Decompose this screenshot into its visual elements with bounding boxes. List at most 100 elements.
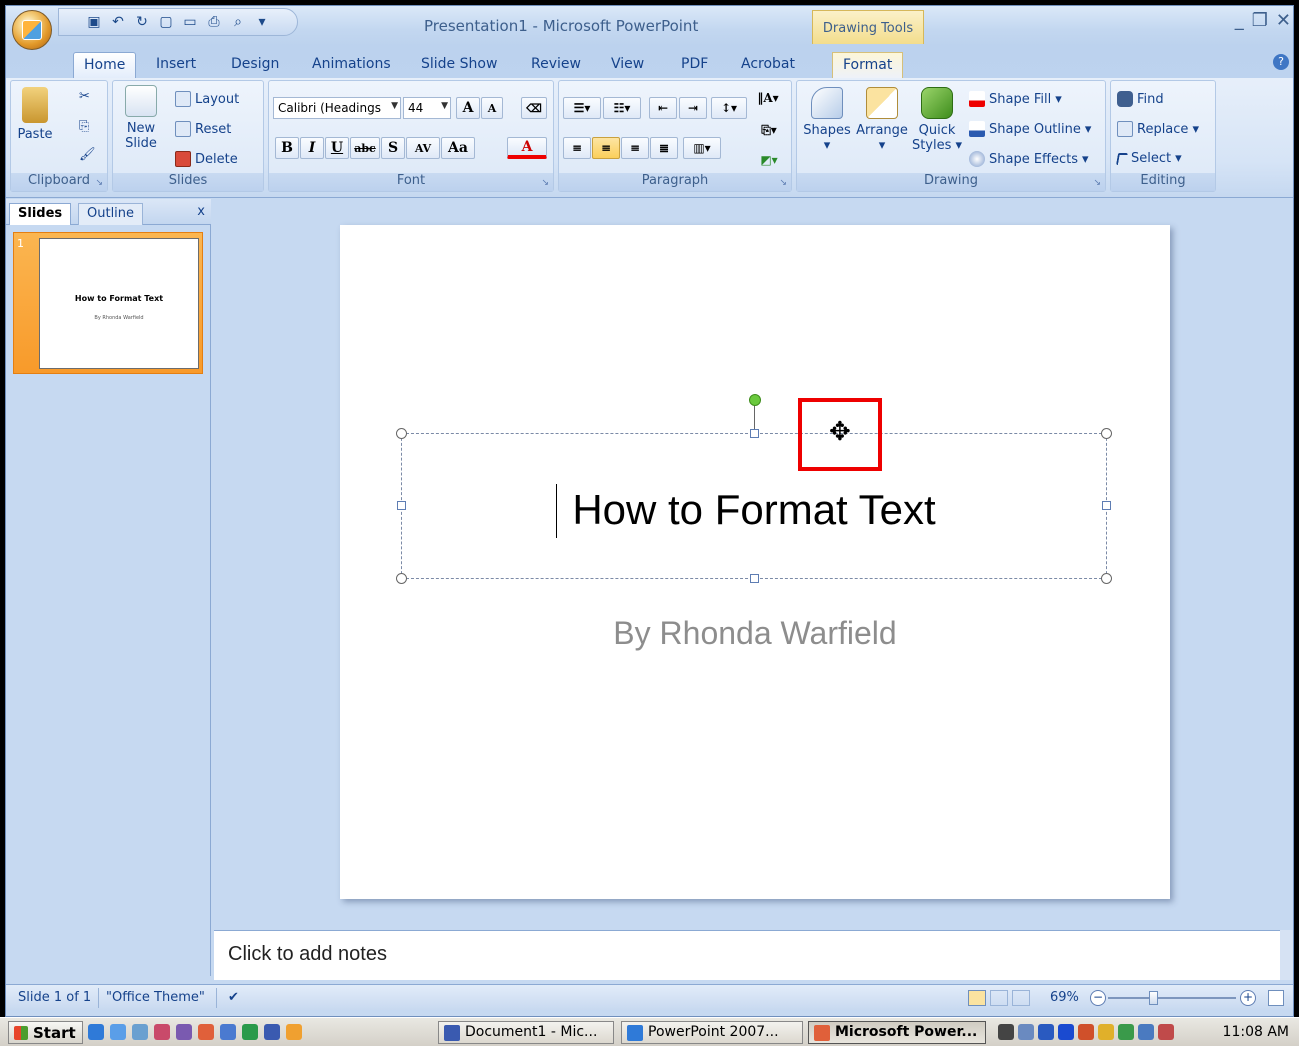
layout-button[interactable]: Layout <box>175 91 239 107</box>
tray-icon[interactable] <box>1118 1024 1134 1040</box>
slide-canvas[interactable]: How to Format Text ✥ By Rhonda Warfield <box>340 225 1170 899</box>
shape-outline-button[interactable]: Shape Outline ▾ <box>969 121 1091 137</box>
zoom-level[interactable]: 69% <box>1050 990 1079 1005</box>
spell-check-icon[interactable]: ✔ <box>228 990 239 1005</box>
tray-icon[interactable] <box>1038 1024 1054 1040</box>
slide-show-view-icon[interactable] <box>1012 990 1030 1006</box>
change-case-button[interactable]: Aa <box>441 137 475 159</box>
justify-button[interactable]: ≣ <box>650 137 678 159</box>
line-spacing-button[interactable]: ↕▾ <box>711 97 747 119</box>
tab-pdf[interactable]: PDF <box>671 52 718 78</box>
close-icon[interactable]: ✕ <box>1276 10 1291 31</box>
delete-button[interactable]: Delete <box>175 151 238 167</box>
quicklaunch-icon[interactable] <box>132 1024 148 1040</box>
reset-button[interactable]: Reset <box>175 121 231 137</box>
clear-formatting-button[interactable]: ⌫ <box>521 97 547 119</box>
ie-icon[interactable] <box>88 1024 104 1040</box>
slide-title-text[interactable]: How to Format Text <box>402 486 1106 534</box>
numbering-button[interactable]: ☷▾ <box>603 97 641 119</box>
notes-pane[interactable]: Click to add notes <box>214 930 1282 980</box>
align-center-button[interactable]: ≡ <box>592 137 620 159</box>
dialog-launcher-icon[interactable]: ↘ <box>541 178 549 188</box>
quicklaunch-icon[interactable] <box>154 1024 170 1040</box>
quicklaunch-icon[interactable] <box>176 1024 192 1040</box>
text-shadow-button[interactable]: S <box>381 137 405 159</box>
underline-button[interactable]: U <box>325 137 349 159</box>
restore-icon[interactable]: ❐ <box>1252 10 1268 31</box>
tray-icon[interactable] <box>1138 1024 1154 1040</box>
print-preview-icon[interactable]: ⌕ <box>229 14 247 30</box>
slide-thumbnail-selected[interactable]: 1 How to Format Text By Rhonda Warfield <box>13 232 203 374</box>
fit-to-window-icon[interactable] <box>1268 990 1284 1006</box>
text-direction-button[interactable]: ‖A▾ <box>751 87 785 109</box>
taskbar-item-powerpoint[interactable]: Microsoft Power... <box>808 1021 986 1044</box>
notes-scrollbar[interactable] <box>1280 930 1293 980</box>
tray-icon[interactable] <box>1058 1024 1074 1040</box>
grow-font-button[interactable]: A <box>456 97 480 119</box>
resize-handle-top-left[interactable] <box>396 428 407 439</box>
tab-view[interactable]: View <box>601 52 654 78</box>
font-name-select[interactable]: Calibri (Headings ▼ <box>273 97 401 119</box>
format-painter-icon[interactable]: 🖌 <box>79 147 96 162</box>
font-size-select[interactable]: 44 ▼ <box>403 97 451 119</box>
dialog-launcher-icon[interactable]: ↘ <box>1093 178 1101 188</box>
resize-handle-top[interactable] <box>750 429 759 438</box>
dialog-launcher-icon[interactable]: ↘ <box>779 178 787 188</box>
title-placeholder[interactable]: How to Format Text <box>396 428 1112 584</box>
print-icon[interactable]: ⎙ <box>205 14 223 30</box>
tab-outline[interactable]: Outline <box>78 203 144 225</box>
bold-button[interactable]: B <box>275 137 299 159</box>
tab-insert[interactable]: Insert <box>146 52 206 78</box>
start-button[interactable]: Start <box>8 1021 83 1044</box>
arrange-button[interactable]: Arrange ▾ <box>855 87 909 153</box>
tab-animations[interactable]: Animations <box>302 52 401 78</box>
rotation-handle[interactable] <box>749 394 761 406</box>
align-text-button[interactable]: ⎘▾ <box>755 119 783 141</box>
quicklaunch-icon[interactable] <box>110 1024 126 1040</box>
align-left-button[interactable]: ≡ <box>563 137 591 159</box>
new-slide-button[interactable]: New Slide <box>117 85 165 151</box>
zoom-out-icon[interactable]: − <box>1090 990 1106 1006</box>
resize-handle-bottom-right[interactable] <box>1101 573 1112 584</box>
quick-styles-button[interactable]: Quick Styles ▾ <box>911 87 963 153</box>
find-button[interactable]: Find <box>1117 91 1164 107</box>
open-folder-icon[interactable]: ▭ <box>181 14 199 30</box>
tray-icon[interactable] <box>1018 1024 1034 1040</box>
word-quicklaunch-icon[interactable] <box>264 1024 280 1040</box>
quicklaunch-icon[interactable] <box>220 1024 236 1040</box>
resize-handle-top-right[interactable] <box>1101 428 1112 439</box>
shield-icon[interactable] <box>1098 1024 1114 1040</box>
shapes-button[interactable]: Shapes ▾ <box>801 87 853 153</box>
slide-sorter-icon[interactable] <box>990 990 1008 1006</box>
tab-format[interactable]: Format <box>832 52 904 78</box>
increase-indent-button[interactable]: ⇥ <box>679 97 707 119</box>
taskbar-item-document1[interactable]: Document1 - Mic... <box>438 1021 614 1044</box>
tab-slides[interactable]: Slides <box>9 203 72 225</box>
shrink-font-button[interactable]: A <box>481 97 503 119</box>
zoom-slider-thumb[interactable] <box>1149 991 1158 1005</box>
tab-home[interactable]: Home <box>73 52 137 78</box>
minimize-icon[interactable]: _ <box>1235 10 1244 31</box>
copy-icon[interactable]: ⎘ <box>79 119 89 134</box>
character-spacing-button[interactable]: AV <box>406 137 440 159</box>
resize-handle-bottom[interactable] <box>750 574 759 583</box>
tab-slide-show[interactable]: Slide Show <box>411 52 507 78</box>
shape-fill-button[interactable]: Shape Fill ▾ <box>969 91 1062 107</box>
shape-effects-button[interactable]: Shape Effects ▾ <box>969 151 1089 167</box>
bullets-button[interactable]: ☰▾ <box>563 97 601 119</box>
excel-quicklaunch-icon[interactable] <box>242 1024 258 1040</box>
select-button[interactable]: Select ▾ <box>1115 151 1182 166</box>
help-icon[interactable]: ? <box>1273 54 1289 70</box>
normal-view-icon[interactable] <box>968 990 986 1006</box>
undo-icon[interactable]: ↶ <box>109 14 127 30</box>
tab-design[interactable]: Design <box>221 52 289 78</box>
tab-review[interactable]: Review <box>521 52 591 78</box>
tray-icon[interactable] <box>1158 1024 1174 1040</box>
tray-icon[interactable] <box>1078 1024 1094 1040</box>
dialog-launcher-icon[interactable]: ↘ <box>95 178 103 188</box>
customize-toolbar-icon[interactable]: ▾ <box>253 14 271 30</box>
office-button[interactable] <box>12 10 52 50</box>
italic-button[interactable]: I <box>300 137 324 159</box>
save-icon[interactable]: ▣ <box>85 14 103 30</box>
cut-icon[interactable]: ✂ <box>79 89 90 104</box>
